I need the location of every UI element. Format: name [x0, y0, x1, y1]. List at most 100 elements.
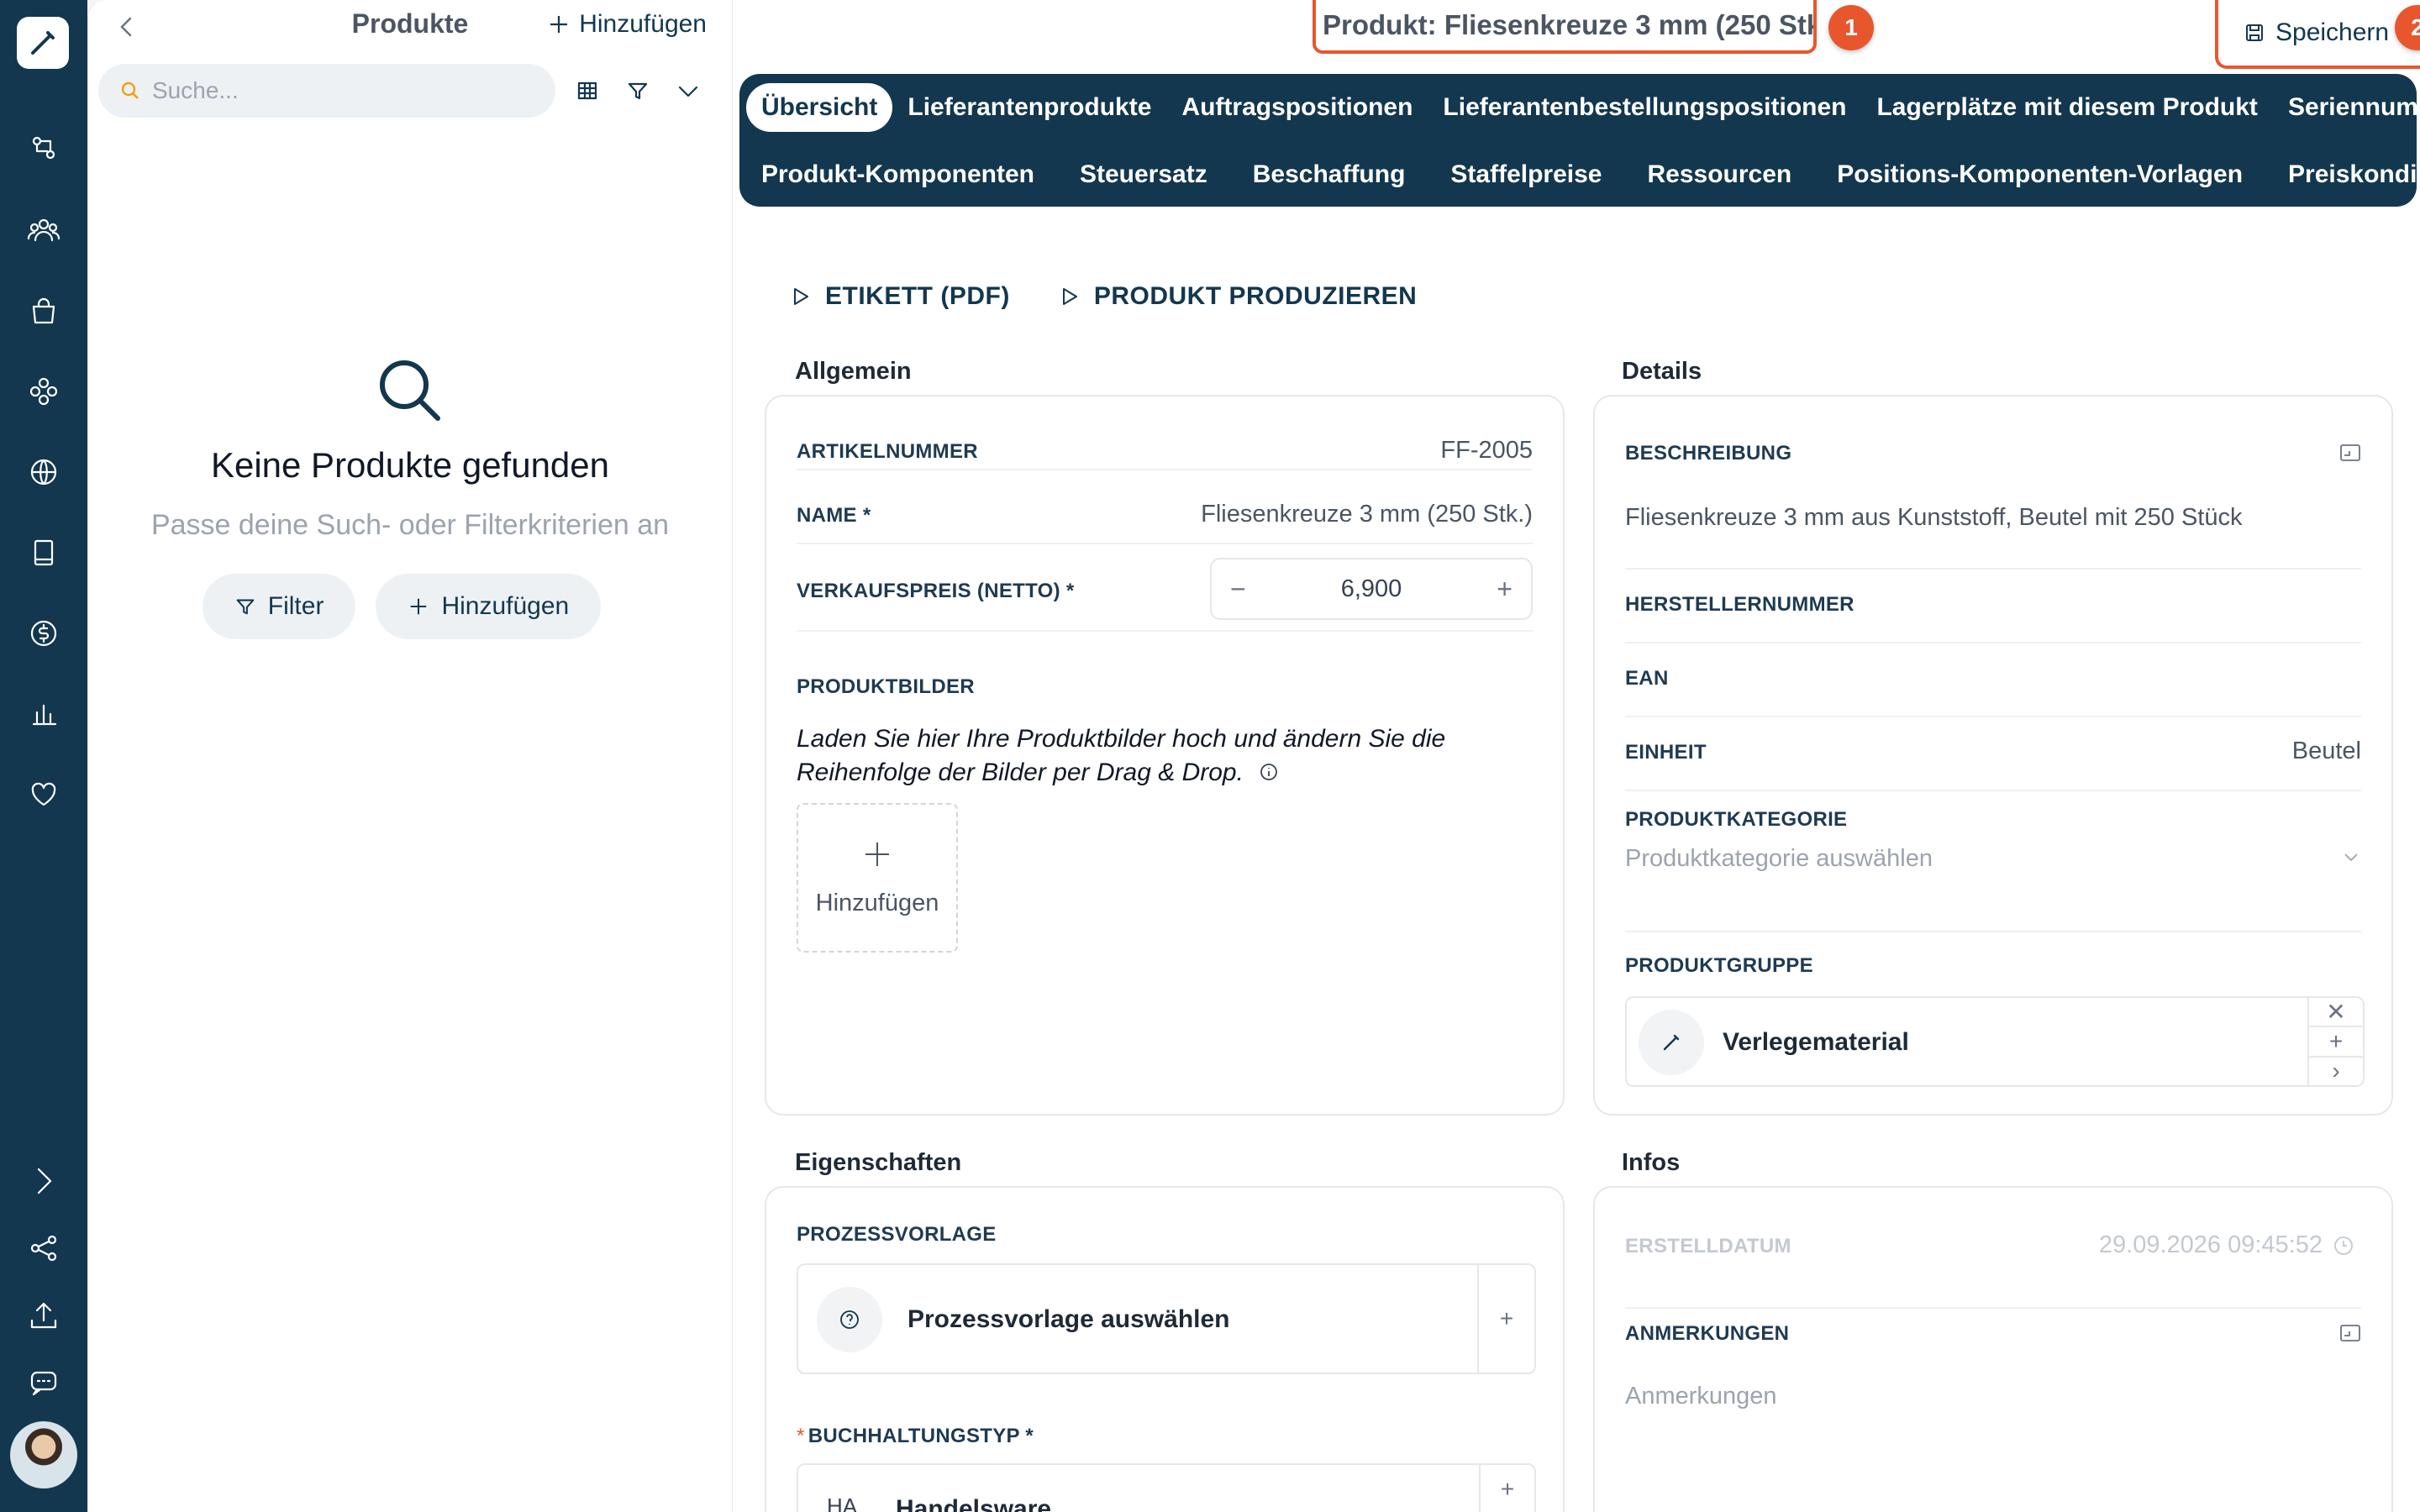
- search-input[interactable]: [152, 77, 505, 104]
- filter-icon: [236, 599, 255, 615]
- save-label: Speichern: [2275, 18, 2390, 46]
- produktbilder-hint-text: Laden Sie hier Ihre Produktbilder hoch u…: [797, 725, 1446, 786]
- tab-beschaffung[interactable]: Beschaffung: [1238, 150, 1421, 199]
- required-marker: *: [797, 1425, 805, 1447]
- clock-icon: [2334, 1236, 2353, 1255]
- field-erstelldatum: ERSTELLDATUM 29.09.2026 09:45:52: [1625, 1205, 2361, 1309]
- plus-icon: [550, 16, 568, 33]
- save-icon: [2246, 24, 2263, 41]
- filter-icon[interactable]: [621, 74, 655, 108]
- trowel-icon: [1639, 1010, 1704, 1075]
- chevron-down-icon[interactable]: [671, 74, 705, 108]
- tab-seriennummern[interactable]: Seriennummern: [2273, 83, 2420, 132]
- plus-icon[interactable]: +: [1479, 1265, 1534, 1373]
- search-box: [98, 64, 555, 118]
- buchhaltungstyp-value: Handelsware: [896, 1495, 1052, 1512]
- field-herstellernummer[interactable]: HERSTELLERNUMMER: [1625, 570, 2361, 643]
- image-upload-button[interactable]: Hinzufügen: [797, 803, 958, 953]
- tab-uebersicht[interactable]: Übersicht: [746, 83, 893, 132]
- produktgruppe-select[interactable]: Verlegematerial ✕ + ›: [1625, 996, 2365, 1087]
- filter-button-label: Filter: [267, 592, 324, 620]
- name-value[interactable]: Fliesenkreuze 3 mm (250 Stk.): [1201, 501, 1533, 528]
- filter-button[interactable]: Filter: [202, 574, 356, 639]
- nav-workflow-icon[interactable]: [22, 126, 66, 170]
- search-icon: [121, 81, 139, 99]
- expand-editor-icon[interactable]: [2339, 444, 2361, 462]
- tab-preiskonditionen[interactable]: Preiskonditionen: [2273, 150, 2420, 199]
- list-add-button[interactable]: Hinzufügen: [547, 10, 707, 39]
- product-detail: Produkt: Fliesenkreuze 3 mm (250 Stk.) 1…: [733, 0, 2420, 1512]
- user-avatar[interactable]: [10, 1421, 77, 1488]
- table-view-icon[interactable]: [571, 74, 604, 108]
- beschreibung-value[interactable]: Fliesenkreuze 3 mm aus Kunststoff, Beute…: [1625, 504, 2242, 532]
- produktgruppe-label: PRODUKTGRUPPE: [1625, 954, 1813, 977]
- tab-row-1: Übersicht Lieferantenprodukte Auftragspo…: [739, 76, 2420, 139]
- tab-lieferantenbestellungspositionen[interactable]: Lieferantenbestellungspositionen: [1428, 83, 1861, 132]
- chat-icon[interactable]: [22, 1361, 66, 1404]
- upload-icon[interactable]: [22, 1294, 66, 1337]
- empty-add-button[interactable]: Hinzufügen: [376, 574, 602, 639]
- anmerkungen-label: ANMERKUNGEN: [1625, 1322, 1790, 1345]
- page-title: Produkt: Fliesenkreuze 3 mm (250 Stk.): [1313, 0, 1817, 54]
- artikelnummer-label: ARTIKELNUMMER: [797, 440, 978, 463]
- expand-editor-icon[interactable]: [2339, 1324, 2361, 1342]
- save-button[interactable]: Speichern: [2215, 0, 2420, 69]
- tab-positions-komponenten-vorlagen[interactable]: Positions-Komponenten-Vorlagen: [1822, 150, 2258, 199]
- annotation-badge-1: 1: [1828, 5, 1874, 50]
- card-allgemein: ARTIKELNUMMER FF-2005 NAME * Fliesenkreu…: [765, 395, 1565, 1116]
- produktkategorie-select[interactable]: Produktkategorie auswählen: [1625, 845, 1933, 873]
- buchhaltungstyp-select[interactable]: HA Handelsware + ›: [797, 1463, 1536, 1512]
- anmerkungen-input[interactable]: Anmerkungen: [1625, 1383, 1777, 1410]
- tab-auftragspositionen[interactable]: Auftragspositionen: [1166, 83, 1428, 132]
- price-value: 6,900: [1340, 575, 1402, 602]
- price-stepper[interactable]: − 6,900 +: [1210, 558, 1533, 620]
- nav-reports-icon[interactable]: [22, 692, 66, 736]
- prozessvorlage-actions: +: [1477, 1265, 1534, 1373]
- einheit-value[interactable]: Beutel: [2292, 738, 2361, 765]
- nav-shop-icon[interactable]: [22, 289, 66, 333]
- app-sidebar: [0, 0, 87, 1512]
- increment-button[interactable]: +: [1497, 574, 1512, 605]
- card-eigenschaften: PROZESSVORLAGE Prozessvorlage auswählen …: [765, 1186, 1565, 1512]
- empty-title: Keine Produkte gefunden: [210, 445, 610, 485]
- name-label: NAME *: [797, 504, 871, 527]
- nav-finance-icon[interactable]: [22, 612, 66, 655]
- nav-book-icon[interactable]: [22, 531, 66, 575]
- app-logo[interactable]: [17, 17, 69, 69]
- chevron-left-icon[interactable]: [112, 12, 142, 42]
- section-infos: Infos: [1622, 1149, 1681, 1176]
- tab-lieferantenprodukte[interactable]: Lieferantenprodukte: [892, 83, 1166, 132]
- artikelnummer-value[interactable]: FF-2005: [1440, 437, 1533, 465]
- nav-customers-icon[interactable]: [22, 208, 66, 252]
- field-ean[interactable]: EAN: [1625, 643, 2361, 717]
- buchhaltungstyp-initials: HA: [827, 1494, 858, 1512]
- plus-icon[interactable]: +: [2309, 1027, 2363, 1058]
- produce-product-button[interactable]: PRODUKT PRODUZIEREN: [1060, 282, 1418, 311]
- info-icon[interactable]: [1259, 762, 1279, 782]
- nav-modules-icon[interactable]: [22, 370, 66, 413]
- produktgruppe-value: Verlegematerial: [1723, 1028, 1909, 1056]
- tab-lagerplaetze[interactable]: Lagerplätze mit diesem Produkt: [1861, 83, 2272, 132]
- plus-icon[interactable]: +: [1481, 1465, 1534, 1512]
- tab-staffelpreise[interactable]: Staffelpreise: [1435, 150, 1617, 199]
- share-icon[interactable]: [22, 1226, 66, 1270]
- empty-add-label: Hinzufügen: [441, 592, 570, 620]
- nav-globe-icon[interactable]: [22, 450, 66, 494]
- chevron-right-icon[interactable]: ›: [2309, 1058, 2363, 1085]
- clear-icon[interactable]: ✕: [2309, 998, 2363, 1028]
- produktbilder-hint: Laden Sie hier Ihre Produktbilder hoch u…: [797, 722, 1486, 790]
- expand-sidebar-icon[interactable]: [22, 1159, 66, 1203]
- produktgruppe-actions: ✕ + ›: [2307, 998, 2363, 1085]
- tab-steuersatz[interactable]: Steuersatz: [1065, 150, 1223, 199]
- field-beschreibung: BESCHREIBUNG Fliesenkreuze 3 mm aus Kuns…: [1625, 422, 2361, 570]
- prozessvorlage-select[interactable]: Prozessvorlage auswählen +: [797, 1263, 1536, 1374]
- decrement-button[interactable]: −: [1230, 574, 1246, 605]
- chevron-down-icon[interactable]: [2341, 847, 2361, 867]
- tab-produkt-komponenten[interactable]: Produkt-Komponenten: [746, 150, 1050, 199]
- produce-product-label: PRODUKT PRODUZIEREN: [1093, 282, 1418, 310]
- tab-ressourcen[interactable]: Ressourcen: [1632, 150, 1807, 199]
- label-pdf-button[interactable]: ETIKETT (PDF): [792, 282, 1010, 311]
- nav-favorites-icon[interactable]: [22, 773, 66, 816]
- search-large-icon: [372, 353, 448, 428]
- buchhaltungstyp-label: BUCHHALTUNGSTYP *: [808, 1425, 1034, 1447]
